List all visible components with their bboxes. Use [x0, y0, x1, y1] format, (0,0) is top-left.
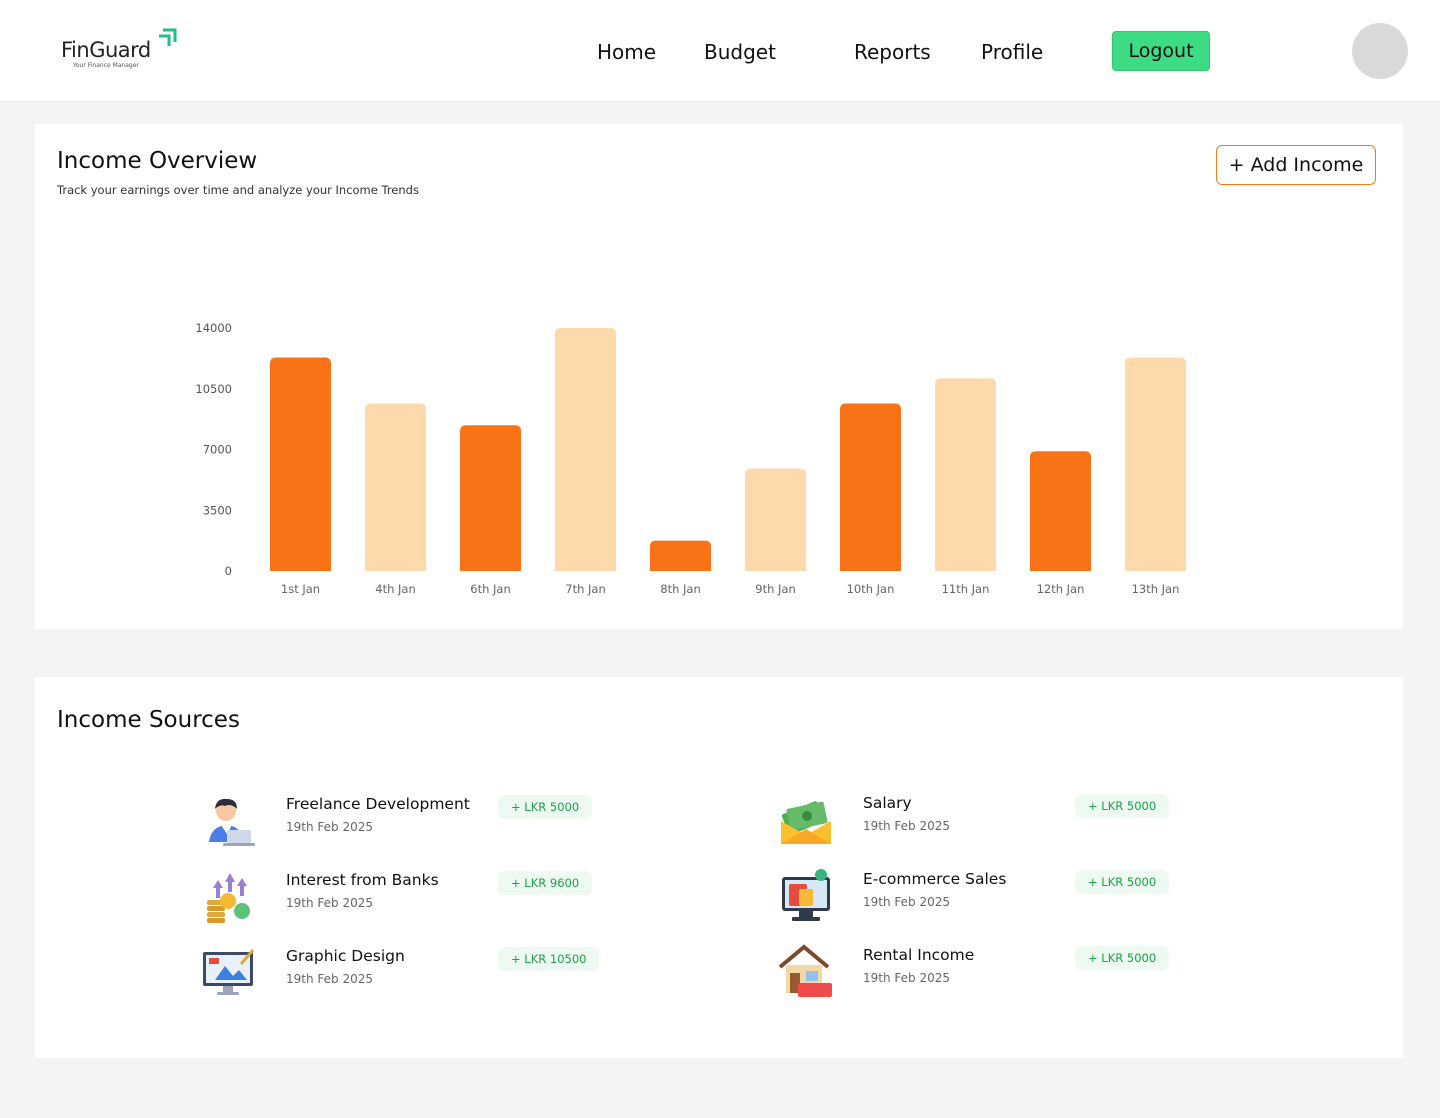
x-axis-tick-label: 4th Jan	[375, 582, 416, 596]
income-amount-badge: + LKR 10500	[498, 947, 600, 971]
graphic-design-icon	[203, 949, 255, 995]
income-source-name: Freelance Development	[286, 795, 470, 813]
income-source-item[interactable]: Rental Income 19th Feb 2025 + LKR 5000	[778, 943, 1258, 1003]
chart-bar[interactable]	[840, 403, 901, 571]
top-navbar: FinGuard Your Finance Manager Home Budge…	[0, 0, 1440, 102]
chart-bar[interactable]	[1125, 357, 1186, 571]
income-source-item[interactable]: E-commerce Sales 19th Feb 2025 + LKR 500…	[778, 867, 1258, 927]
income-sources-card: Income Sources Freelance Development 19t…	[35, 677, 1403, 1058]
interest-coins-icon	[207, 873, 250, 923]
chart-bar[interactable]	[935, 378, 996, 571]
income-source-date: 19th Feb 2025	[286, 896, 373, 910]
income-overview-card: Income Overview Track your earnings over…	[35, 124, 1403, 629]
finguard-logo[interactable]: FinGuard Your Finance Manager	[61, 28, 181, 74]
x-axis-tick-label: 7th Jan	[565, 582, 606, 596]
chart-bar[interactable]	[1030, 451, 1091, 571]
chart-bar[interactable]	[650, 540, 711, 571]
x-axis-tick-label: 8th Jan	[660, 582, 701, 596]
brand-name: FinGuard	[61, 38, 151, 62]
x-axis-tick-label: 11th Jan	[942, 582, 990, 596]
income-source-name: Interest from Banks	[286, 871, 439, 889]
income-source-date: 19th Feb 2025	[863, 895, 950, 909]
income-amount-badge: + LKR 5000	[1075, 870, 1170, 894]
income-amount-badge: + LKR 5000	[1075, 946, 1170, 970]
y-axis-tick-label: 3500	[203, 503, 232, 517]
income-sources-title: Income Sources	[57, 707, 240, 733]
x-axis-tick-label: 6th Jan	[470, 582, 511, 596]
logout-button[interactable]: Logout	[1112, 31, 1210, 71]
chart-bar[interactable]	[365, 403, 426, 571]
chart-bar[interactable]	[555, 328, 616, 571]
x-axis-tick-label: 1st Jan	[281, 582, 320, 596]
brand-tagline: Your Finance Manager	[73, 62, 139, 69]
nav-budget-link[interactable]: Budget	[704, 40, 776, 64]
user-avatar[interactable]	[1352, 23, 1408, 79]
income-source-name: Rental Income	[863, 946, 975, 964]
income-source-item[interactable]: Salary 19th Feb 2025 + LKR 5000	[778, 791, 1258, 851]
nav-profile-link[interactable]: Profile	[981, 40, 1043, 64]
y-axis-tick-label: 14000	[195, 321, 232, 335]
chart-bar[interactable]	[460, 425, 521, 571]
y-axis-tick-label: 10500	[195, 382, 232, 396]
arrow-up-right-icon	[159, 28, 177, 46]
income-source-name: Graphic Design	[286, 947, 405, 965]
income-source-item[interactable]: Interest from Banks 19th Feb 2025 + LKR …	[201, 868, 681, 928]
x-axis-tick-label: 9th Jan	[755, 582, 796, 596]
x-axis-tick-label: 10th Jan	[847, 582, 895, 596]
freelancer-icon	[209, 798, 255, 846]
ecommerce-icon	[782, 869, 830, 921]
income-amount-badge: + LKR 5000	[1075, 794, 1170, 818]
salary-envelope-icon	[781, 801, 831, 844]
income-amount-badge: + LKR 5000	[498, 795, 593, 819]
income-source-date: 19th Feb 2025	[286, 820, 373, 834]
income-bar-chart: 0 3500 7000 10500 14000 1st Jan 4th Jan 6th Jan…	[195, 321, 1186, 596]
income-amount-badge: + LKR 9600	[498, 871, 593, 895]
income-source-item[interactable]: Graphic Design 19th Feb 2025 + LKR 10500	[201, 944, 681, 1004]
nav-home-link[interactable]: Home	[597, 40, 656, 64]
rent-house-icon	[778, 944, 832, 997]
y-axis-tick-label: 7000	[203, 443, 232, 457]
income-source-date: 19th Feb 2025	[286, 972, 373, 986]
chart-bar[interactable]	[745, 468, 806, 571]
income-source-name: E-commerce Sales	[863, 870, 1007, 888]
nav-reports-link[interactable]: Reports	[854, 40, 931, 64]
x-axis-tick-label: 13th Jan	[1132, 582, 1180, 596]
income-source-date: 19th Feb 2025	[863, 819, 950, 833]
income-source-item[interactable]: Freelance Development 19th Feb 2025 + LK…	[201, 792, 681, 852]
income-source-name: Salary	[863, 794, 912, 812]
x-axis-tick-label: 12th Jan	[1037, 582, 1085, 596]
chart-bar[interactable]	[270, 357, 331, 571]
income-source-date: 19th Feb 2025	[863, 971, 950, 985]
y-axis-tick-label: 0	[225, 564, 232, 578]
